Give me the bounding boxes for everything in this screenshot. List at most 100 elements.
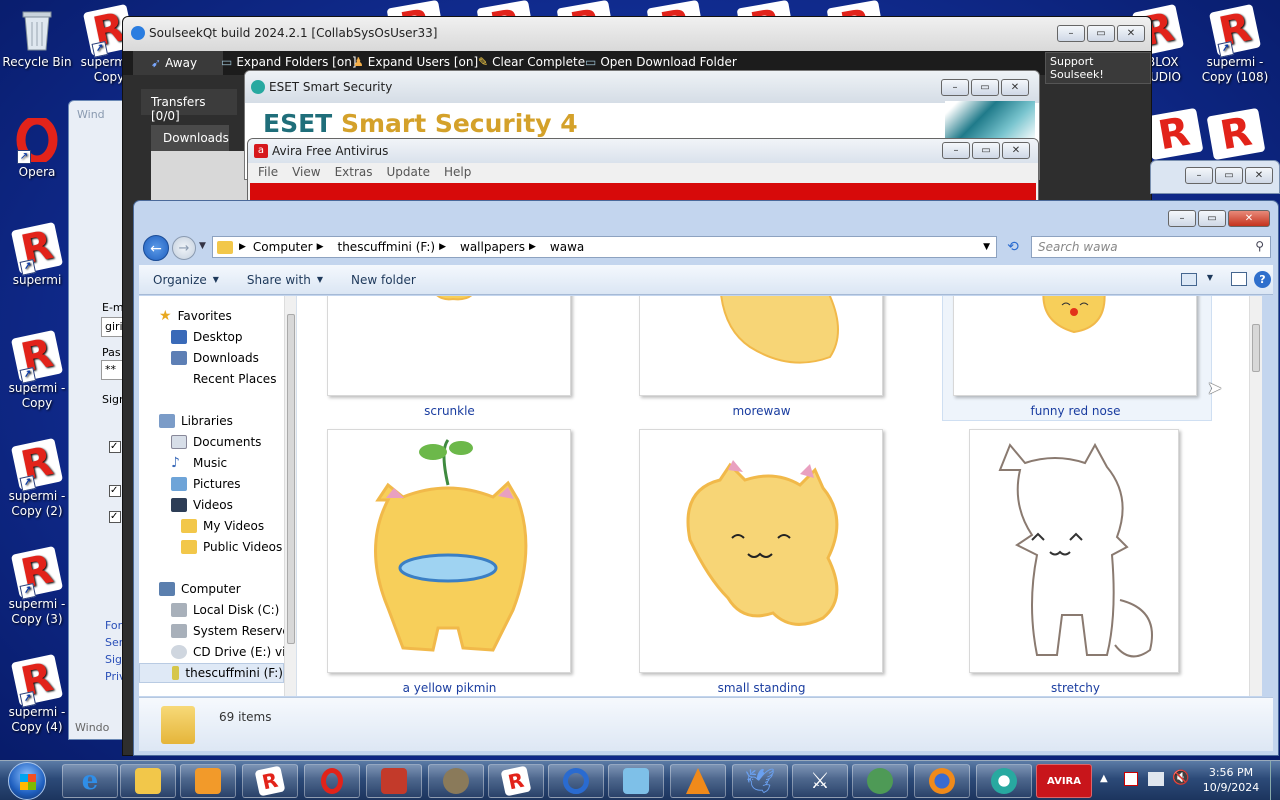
nav-scrollbar[interactable] [284, 296, 296, 696]
breadcrumb-drive[interactable]: thescuffmini (F:) ▶ [331, 240, 454, 254]
recent-pages-dropdown[interactable]: ▼ [199, 241, 206, 251]
maximize-button[interactable]: ▭ [1215, 167, 1243, 184]
minimize-button[interactable]: – [941, 79, 969, 96]
file-thumbnail[interactable] [327, 296, 571, 396]
expand-folders-button[interactable]: ▭ Expand Folders [on] [221, 55, 357, 69]
nav-computer[interactable]: Computer [159, 579, 241, 599]
background-login-window[interactable]: Wind E-m giri Pas ** Sign ✓ ✓ ✓ For Serv… [68, 100, 128, 740]
support-soulseek-button[interactable]: Support Soulseek! [1045, 52, 1151, 84]
help-icon[interactable]: ? [1254, 271, 1271, 288]
taskbar-bird-app[interactable]: 🕊 [732, 764, 788, 798]
maximize-button[interactable]: ▭ [972, 142, 1000, 159]
show-desktop-button[interactable] [1270, 761, 1280, 800]
link[interactable]: For [105, 619, 122, 632]
clock[interactable]: 3:56 PM 10/9/2024 [1196, 765, 1266, 795]
taskbar-gimp[interactable] [428, 764, 484, 798]
volume-icon[interactable]: 🔇 [1172, 770, 1189, 786]
search-input[interactable]: Search wawa ⚲ [1031, 236, 1271, 258]
nav-desktop[interactable]: Desktop [171, 327, 243, 347]
nav-documents[interactable]: Documents [171, 432, 261, 452]
tab-downloads[interactable]: Downloads [151, 125, 229, 151]
view-dropdown-icon[interactable]: ▼ [1207, 273, 1213, 282]
nav-favorites[interactable]: ★ Favorites [159, 306, 232, 326]
maximize-button[interactable]: ▭ [1198, 210, 1226, 227]
menu-update[interactable]: Update [387, 163, 430, 181]
file-name[interactable]: scrunkle [327, 404, 572, 418]
desktop-icon-opera[interactable]: ↗ Opera [0, 115, 74, 180]
file-thumbnail[interactable] [327, 429, 571, 673]
menu-extras[interactable]: Extras [335, 163, 373, 181]
address-bar[interactable]: ▶ Computer ▶ thescuffmini (F:) ▶ wallpaper… [212, 236, 997, 258]
desktop-icon-recycle-bin[interactable]: Recycle Bin [0, 8, 74, 70]
expand-users-button[interactable]: ♟ Expand Users [on] [353, 55, 478, 69]
nav-pictures[interactable]: Pictures [171, 474, 241, 494]
minimize-button[interactable]: – [1185, 167, 1213, 184]
back-button[interactable]: ← [143, 235, 169, 261]
avira-titlebar[interactable]: a Avira Free Antivirus [248, 139, 1038, 163]
file-thumbnail[interactable] [639, 429, 883, 673]
close-button[interactable]: ✕ [1117, 25, 1145, 42]
nav-cd-drive[interactable]: CD Drive (E:) virti [171, 642, 296, 662]
soulseek-titlebar[interactable]: SoulseekQt build 2024.2.1 [CollabSysOsUs… [123, 17, 1151, 51]
maximize-button[interactable]: ▭ [971, 79, 999, 96]
maximize-button[interactable]: ▭ [1087, 25, 1115, 42]
nav-scrollbar-thumb[interactable] [287, 314, 295, 644]
checkbox[interactable]: ✓ [109, 441, 121, 453]
nav-videos[interactable]: Videos [171, 495, 233, 515]
nav-thescuffmini[interactable]: thescuffmini (F:) [139, 663, 284, 683]
organize-button[interactable]: Organize ▼ [139, 273, 233, 287]
desktop-icon-supermi[interactable]: R ↗ supermi [0, 221, 74, 288]
file-thumbnail[interactable] [639, 296, 883, 396]
content-scrollbar-thumb[interactable] [1252, 324, 1260, 372]
desktop-icon-supermi-copy-4[interactable]: R ↗ supermi - Copy (4) [0, 653, 74, 735]
taskbar-sword-app[interactable]: ⚔ [792, 764, 848, 798]
menu-help[interactable]: Help [444, 163, 471, 181]
open-download-folder-button[interactable]: ▭ Open Download Folder [585, 55, 737, 69]
network-icon[interactable] [1148, 772, 1164, 786]
eset-titlebar[interactable]: ESET Smart Security [245, 71, 1039, 103]
taskbar-toolbox[interactable] [366, 764, 422, 798]
menu-view[interactable]: View [292, 163, 320, 181]
avira-window[interactable]: a Avira Free Antivirus – ▭ ✕ File View E… [247, 138, 1039, 208]
tab-transfers[interactable]: Transfers [0/0] [141, 89, 237, 123]
taskbar-roblox-studio[interactable]: R [488, 764, 544, 798]
background-window[interactable]: – ▭ ✕ [1150, 160, 1280, 194]
explorer-window[interactable]: – ▭ ✕ ← → ▼ ▶ Computer ▶ thescuffmini (F:… [133, 200, 1279, 756]
action-center-icon[interactable] [1124, 772, 1138, 786]
taskbar-eset[interactable] [976, 764, 1032, 798]
start-button[interactable] [8, 762, 46, 800]
taskbar-avira[interactable]: AVIRA [1036, 764, 1092, 798]
nav-libraries[interactable]: Libraries [159, 411, 233, 431]
show-hidden-icons-button[interactable]: ▲ [1100, 773, 1108, 784]
minimize-button[interactable]: – [1057, 25, 1085, 42]
away-button[interactable]: ➹ Away [133, 51, 223, 75]
taskbar-people-app[interactable] [852, 764, 908, 798]
file-name[interactable]: morewaw [639, 404, 884, 418]
close-button[interactable]: ✕ [1001, 79, 1029, 96]
change-view-icon[interactable] [1181, 273, 1197, 286]
new-folder-button[interactable]: New folder [337, 273, 430, 287]
share-with-button[interactable]: Share with ▼ [233, 273, 337, 287]
nav-downloads[interactable]: Downloads [171, 348, 259, 368]
address-dropdown-icon[interactable]: ▼ [983, 242, 990, 252]
taskbar-internet-explorer[interactable]: e [62, 764, 118, 798]
desktop-icon-supermi-copy-108[interactable]: R ↗ supermi - Copy (108) [1198, 3, 1272, 85]
desktop-icon-supermi-copy-3[interactable]: R ↗ supermi - Copy (3) [0, 545, 74, 627]
clear-complete-button[interactable]: ✎ Clear Complete [478, 55, 585, 69]
menu-file[interactable]: File [258, 163, 278, 181]
taskbar-opera[interactable] [304, 764, 360, 798]
nav-music[interactable]: ♪ Music [171, 453, 227, 473]
nav-local-disk[interactable]: Local Disk (C:) [171, 600, 279, 620]
checkbox[interactable]: ✓ [109, 485, 121, 497]
taskbar-file-explorer[interactable] [120, 764, 176, 798]
taskbar-firefox[interactable] [914, 764, 970, 798]
file-thumbnail[interactable] [953, 296, 1197, 396]
file-name[interactable]: a yellow pikmin [327, 681, 572, 695]
taskbar-chrome[interactable] [548, 764, 604, 798]
minimize-button[interactable]: – [942, 142, 970, 159]
content-scrollbar[interactable] [1249, 296, 1262, 696]
nav-my-videos[interactable]: My Videos [181, 516, 264, 536]
refresh-button[interactable]: ⟲ [1002, 236, 1024, 258]
file-name[interactable]: stretchy [953, 681, 1198, 695]
forward-button[interactable]: → [172, 236, 196, 260]
